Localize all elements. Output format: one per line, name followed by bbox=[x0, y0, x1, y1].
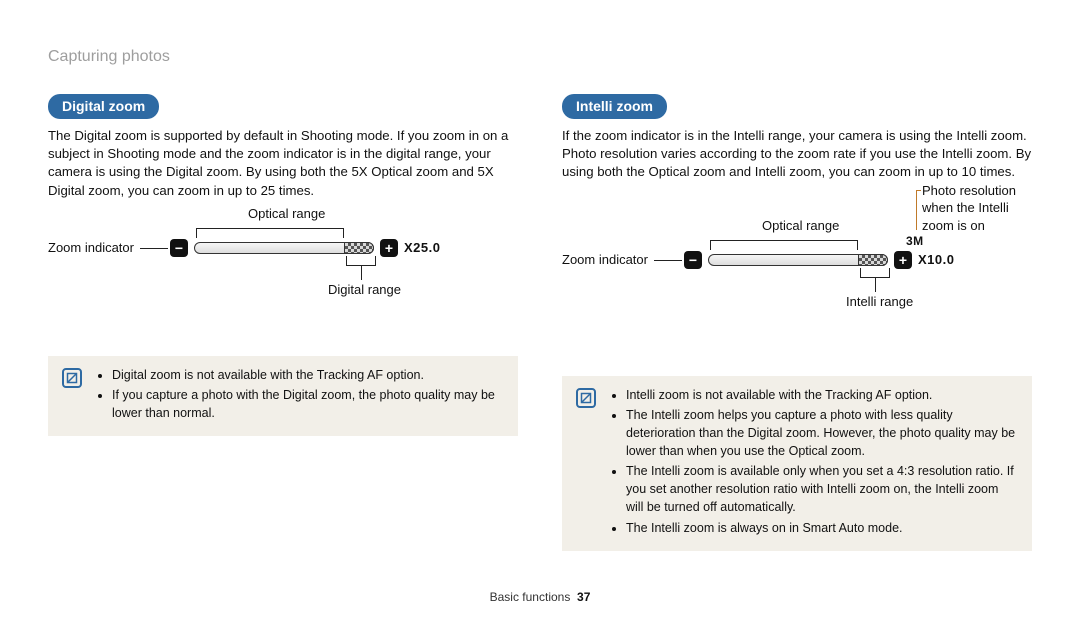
zoom-readout: X10.0 bbox=[918, 252, 954, 267]
intelli-zoom-note: Intelli zoom is not available with the T… bbox=[562, 376, 1032, 551]
zoom-in-icon: + bbox=[894, 251, 912, 269]
zoom-track bbox=[194, 242, 374, 254]
zoom-track bbox=[708, 254, 888, 266]
zoom-indicator-label: Zoom indicator bbox=[48, 240, 134, 255]
footer-page-number: 37 bbox=[577, 590, 590, 604]
zoom-indicator-connector bbox=[654, 260, 682, 261]
note-item: Digital zoom is not available with the T… bbox=[112, 366, 504, 384]
digital-zoom-diagram: Optical range Zoom indicator − + X25.0 bbox=[48, 206, 518, 346]
note-item: The Intelli zoom helps you capture a pho… bbox=[626, 406, 1018, 460]
running-head: Capturing photos bbox=[48, 48, 1032, 66]
zoom-readout: X25.0 bbox=[404, 240, 440, 255]
intelli-zoom-note-list: Intelli zoom is not available with the T… bbox=[610, 386, 1018, 539]
note-item: The Intelli zoom is available only when … bbox=[626, 462, 1018, 516]
note-item: If you capture a photo with the Digital … bbox=[112, 386, 504, 422]
intelli-range-label: Intelli range bbox=[846, 294, 913, 309]
intelli-zoom-body: If the zoom indicator is in the Intelli … bbox=[562, 127, 1032, 182]
digital-range-bracket bbox=[346, 256, 376, 266]
optical-range-bracket bbox=[710, 240, 858, 250]
optical-range-bracket bbox=[196, 228, 344, 238]
note-item: Intelli zoom is not available with the T… bbox=[626, 386, 1018, 404]
optical-range-label: Optical range bbox=[248, 206, 325, 221]
photo-res-connector-v bbox=[916, 190, 917, 230]
digital-range-label: Digital range bbox=[328, 282, 401, 297]
note-icon bbox=[576, 388, 596, 408]
intelli-range-bracket bbox=[860, 268, 890, 278]
section-title-digital-zoom: Digital zoom bbox=[48, 94, 159, 119]
intelli-range-connector bbox=[875, 278, 876, 292]
optical-range-label: Optical range bbox=[762, 218, 839, 233]
photo-res-connector-h bbox=[916, 190, 921, 191]
note-item: The Intelli zoom is always on in Smart A… bbox=[626, 519, 1018, 537]
digital-range-segment bbox=[344, 242, 374, 254]
digital-zoom-note: Digital zoom is not available with the T… bbox=[48, 356, 518, 436]
zoom-out-icon: − bbox=[170, 239, 188, 257]
intelli-zoom-diagram: Photo resolution when the Intelli zoom i… bbox=[562, 188, 1032, 358]
zoom-indicator-connector bbox=[140, 248, 168, 249]
zoom-in-icon: + bbox=[380, 239, 398, 257]
digital-zoom-body: The Digital zoom is supported by default… bbox=[48, 127, 518, 200]
photo-resolution-label: Photo resolution when the Intelli zoom i… bbox=[922, 182, 1042, 235]
note-icon bbox=[62, 368, 82, 388]
digital-zoom-note-list: Digital zoom is not available with the T… bbox=[96, 366, 504, 424]
section-title-intelli-zoom: Intelli zoom bbox=[562, 94, 667, 119]
page-footer: Basic functions 37 bbox=[0, 590, 1080, 604]
footer-section: Basic functions bbox=[490, 590, 571, 604]
digital-range-connector bbox=[361, 266, 362, 280]
resolution-badge: 3M bbox=[906, 234, 924, 248]
zoom-indicator-label: Zoom indicator bbox=[562, 252, 648, 267]
intelli-range-segment bbox=[858, 254, 888, 266]
zoom-out-icon: − bbox=[684, 251, 702, 269]
